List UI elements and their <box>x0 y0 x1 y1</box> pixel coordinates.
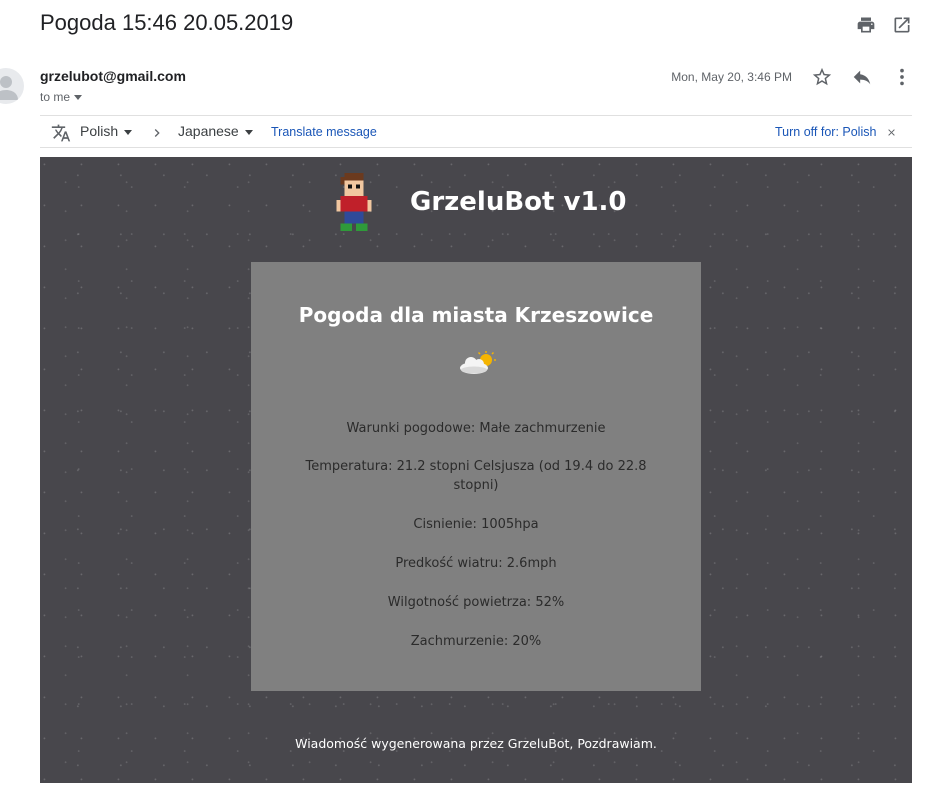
brand-title: GrzeluBot v1.0 <box>410 187 627 217</box>
source-language-select[interactable]: Polish <box>80 123 133 139</box>
turn-off-translation-link[interactable]: Turn off for: Polish <box>775 125 876 139</box>
email-date: Mon, May 20, 3:46 PM <box>671 70 792 84</box>
translate-icon <box>51 124 71 142</box>
caret-down-icon <box>244 129 253 135</box>
caret-down-icon <box>124 129 133 135</box>
print-icon[interactable] <box>856 15 876 35</box>
recipient-label: to me <box>40 90 71 104</box>
weather-card: Pogoda dla miasta Krzeszowice Warunki po… <box>251 262 701 691</box>
sender-email[interactable]: grzelubot@gmail.com <box>40 68 186 84</box>
wind-speed: Predkość wiatru: 2.6mph <box>395 556 557 571</box>
weather-partly-cloudy-icon <box>460 351 496 374</box>
email-body: GrzeluBot v1.0 Pogoda dla miasta Krzeszo… <box>40 157 912 783</box>
caret-down-icon <box>74 95 83 101</box>
card-title: Pogoda dla miasta Krzeszowice <box>298 303 654 327</box>
translate-bar: Polish Japanese Translate message Turn o… <box>40 115 912 148</box>
person-icon <box>0 76 18 100</box>
star-icon[interactable] <box>811 66 833 88</box>
pressure: Cisnienie: 1005hpa <box>413 517 539 532</box>
footer-text: Wiadomość wygenerowana przez GrzeluBot, … <box>295 736 657 751</box>
close-icon[interactable] <box>886 127 897 138</box>
reply-icon[interactable] <box>851 66 873 88</box>
target-language-select[interactable]: Japanese <box>178 123 253 139</box>
temperature: Temperatura: 21.2 stopni Celsjusza (od 1… <box>305 459 647 493</box>
cloudiness: Zachmurzenie: 20% <box>410 634 542 649</box>
chevron-right-icon <box>154 129 160 137</box>
open-new-window-icon[interactable] <box>892 15 912 35</box>
avatar[interactable] <box>0 68 24 104</box>
recipient-details-toggle[interactable]: to me <box>40 90 83 104</box>
email-subject: Pogoda 15:46 20.05.2019 <box>40 10 294 35</box>
mascot-image <box>336 173 372 231</box>
target-language-label: Japanese <box>178 123 239 139</box>
weather-conditions: Warunki pogodowe: Małe zachmurzenie <box>346 421 606 436</box>
humidity: Wilgotność powietrza: 52% <box>387 595 565 610</box>
translate-message-link[interactable]: Translate message <box>271 125 377 139</box>
more-vert-icon[interactable] <box>891 66 913 88</box>
source-language-label: Polish <box>80 123 119 139</box>
